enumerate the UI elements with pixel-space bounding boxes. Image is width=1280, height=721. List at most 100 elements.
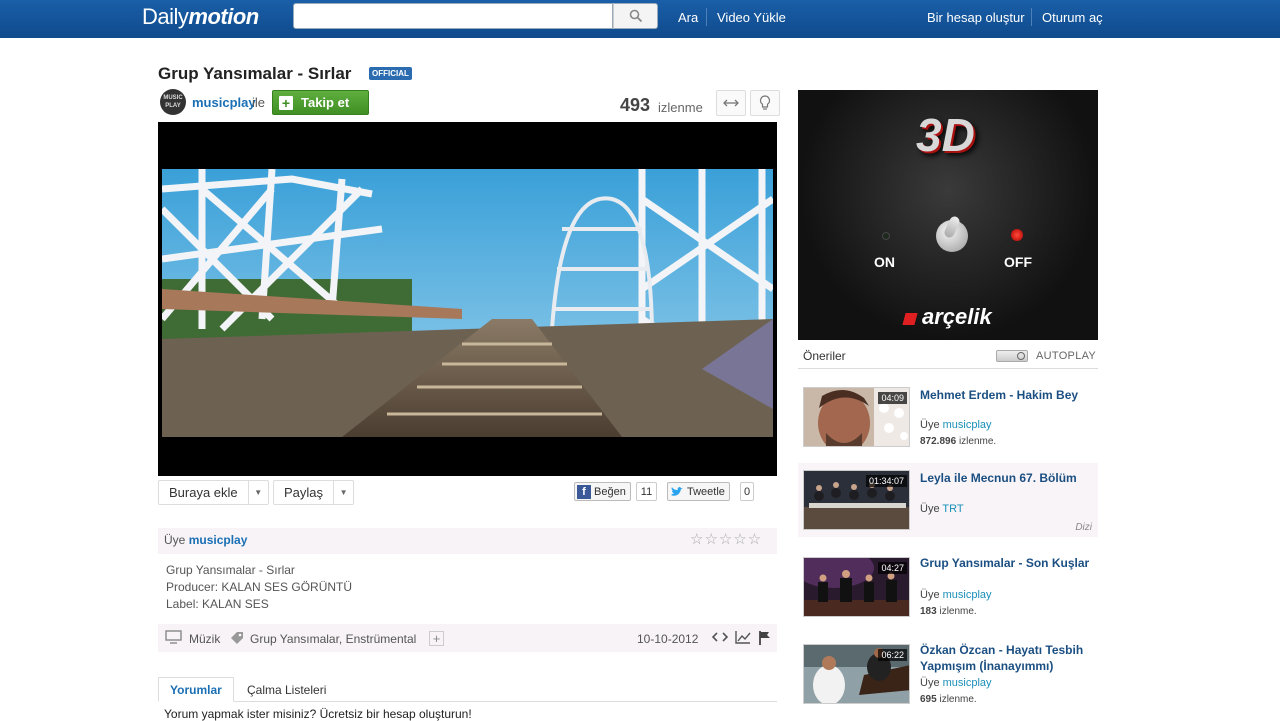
channel-link[interactable]: musicplay (192, 95, 256, 110)
dropdown-arrow-icon[interactable]: ▼ (247, 481, 268, 504)
owner-prefix: Üye (920, 677, 940, 689)
recommendation-title[interactable]: Mehmet Erdem - Hakim Bey (920, 387, 1092, 403)
tweet-button[interactable]: Tweetle (667, 482, 730, 501)
description-owner: Üye musicplay (164, 533, 247, 547)
owner-link[interactable]: musicplay (943, 589, 992, 601)
owner-link[interactable]: musicplay (943, 677, 992, 689)
lightbulb-icon (759, 95, 771, 110)
duration-badge: 01:34:07 (865, 475, 907, 487)
expand-arrows-icon (723, 99, 739, 107)
description-line: Label: KALAN SES (166, 597, 269, 611)
video-player[interactable] (158, 122, 777, 476)
video-thumbnail[interactable]: 04:27 (803, 557, 910, 617)
list-item[interactable]: 04:09 Mehmet Erdem - Hakim Bey Üye music… (798, 387, 1098, 449)
search-button[interactable] (613, 3, 658, 29)
embed-code-icon[interactable] (712, 630, 728, 644)
follow-label: Takip et (301, 95, 350, 110)
views-label: izlenme. (958, 436, 997, 447)
comment-signup-prompt[interactable]: Yorum yapmak ister misiniz? Ücretsiz bir… (164, 707, 472, 721)
ad-brand: arçelik (922, 304, 992, 329)
report-flag-icon[interactable] (758, 630, 772, 646)
advertisement-banner[interactable]: 3D ON OFF arçelik (798, 90, 1098, 340)
duration-badge: 04:27 (878, 562, 907, 574)
owner-link[interactable]: musicplay (943, 419, 992, 431)
tags-links[interactable]: Grup Yansımalar, Enstrümental (250, 632, 416, 646)
ad-on-label: ON (874, 254, 895, 270)
recommendations-title: Öneriler (803, 349, 846, 363)
nav-search-link[interactable]: Ara (678, 10, 698, 25)
nav-divider (1031, 8, 1032, 26)
tweet-count: 0 (740, 482, 754, 501)
logo-text-bold: motion (188, 4, 259, 29)
twitter-bird-icon (671, 486, 683, 496)
logo-text: Daily (142, 4, 189, 29)
view-count: 872.896 (920, 436, 957, 447)
video-title: Grup Yansımalar - Sırlar (158, 64, 352, 83)
follow-button[interactable]: + Takip et (272, 90, 369, 115)
dropdown-arrow-icon[interactable]: ▼ (333, 481, 353, 504)
list-item[interactable]: 01:34:07 Leyla ile Mecnun 67. Bölüm Üye … (798, 463, 1098, 537)
autoplay-toggle[interactable] (996, 350, 1028, 362)
owner-link[interactable]: TRT (942, 503, 963, 515)
recommendation-views: 872.896 izlenme. (920, 436, 996, 447)
video-thumbnail[interactable]: 01:34:07 (803, 470, 910, 530)
view-count: 695 (920, 694, 937, 705)
recommendation-owner: Üye musicplay (920, 677, 992, 689)
nav-upload-link[interactable]: Video Yükle (717, 10, 786, 25)
off-indicator-light (1011, 229, 1023, 241)
owner-link[interactable]: musicplay (189, 533, 248, 547)
nav-login-link[interactable]: Oturum aç (1042, 10, 1103, 25)
recommendations-divider (798, 368, 1098, 369)
views-label: izlenme. (939, 694, 977, 705)
ad-off-label: OFF (1004, 254, 1032, 270)
category-link[interactable]: Müzik (189, 632, 220, 646)
search-input[interactable] (293, 3, 613, 29)
like-label: Beğen (594, 485, 626, 498)
top-navigation-bar: Dailymotion Ara Video Yükle Bir hesap ol… (0, 0, 1280, 38)
tab-comments[interactable]: Yorumlar (158, 677, 234, 702)
recommendation-title[interactable]: Leyla ile Mecnun 67. Bölüm (920, 470, 1092, 486)
view-count-label: izlenme (658, 100, 703, 115)
share-button[interactable]: Paylaş ▼ (273, 480, 355, 505)
expand-player-button[interactable] (716, 90, 746, 116)
rating-stars[interactable]: ☆☆☆☆☆ (690, 530, 762, 548)
nav-divider (706, 8, 707, 26)
video-thumbnail[interactable]: 06:22 (803, 644, 910, 704)
plus-icon: + (279, 95, 293, 110)
add-label: Buraya ekle (169, 485, 238, 500)
channel-avatar[interactable]: MUSIC PLAY (160, 89, 186, 115)
recommendation-owner: Üye TRT (920, 503, 964, 515)
lights-off-button[interactable] (750, 90, 780, 116)
video-thumbnail[interactable]: 04:09 (803, 387, 910, 447)
view-count: 183 (920, 606, 937, 617)
recommendation-title[interactable]: Grup Yansımalar - Son Kuşlar (920, 555, 1092, 571)
share-label: Paylaş (284, 485, 324, 500)
recommendation-title[interactable]: Özkan Özcan - Hayatı Tesbih Yapmışım (İn… (920, 642, 1092, 674)
owner-prefix: Üye (164, 533, 186, 547)
owner-prefix: Üye (920, 419, 940, 431)
dailymotion-logo[interactable]: Dailymotion (142, 4, 259, 30)
toggle-knob (1017, 352, 1025, 360)
ad-headline: 3D (916, 109, 975, 161)
add-tag-plus-icon[interactable]: + (429, 631, 444, 646)
rollercoaster-video-frame (162, 169, 773, 437)
view-count: 493 (620, 95, 651, 115)
facebook-like-button[interactable]: f Beğen (574, 482, 631, 501)
nav-signup-link[interactable]: Bir hesap oluştur (927, 10, 1025, 25)
video-frame[interactable] (162, 169, 773, 437)
channel-suffix: ile (252, 95, 266, 110)
duration-badge: 06:22 (878, 649, 907, 661)
search-icon (629, 9, 642, 23)
tab-playlists[interactable]: Çalma Listeleri (236, 677, 337, 702)
on-indicator-light (882, 232, 890, 240)
category-tag: Dizi (1075, 522, 1092, 533)
description-line: Grup Yansımalar - Sırlar (166, 563, 295, 577)
list-item[interactable]: 04:27 Grup Yansımalar - Son Kuşlar Üye m… (798, 555, 1098, 617)
owner-prefix: Üye (920, 589, 940, 601)
list-item[interactable]: 06:22 Özkan Özcan - Hayatı Tesbih Yapmış… (798, 642, 1098, 708)
like-count: 11 (636, 482, 657, 501)
stats-chart-icon[interactable] (735, 630, 751, 644)
arcelik-logo-mark (902, 313, 918, 325)
add-to-playlist-button[interactable]: Buraya ekle ▼ (158, 480, 269, 505)
recommendation-views: 183 izlenme. (920, 606, 977, 617)
